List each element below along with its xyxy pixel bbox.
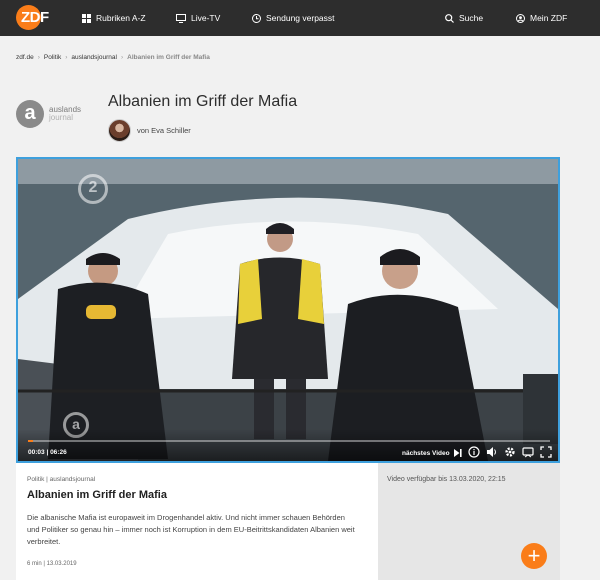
fullscreen-icon[interactable] [540,446,552,458]
nav-rubriken[interactable]: Rubriken A-Z [82,11,146,25]
logo-text: ZDF [21,9,49,26]
time-display: 00:03 | 06:26 [28,449,67,456]
nav-suche-label: Suche [459,13,484,23]
video-frame [18,159,558,461]
tv-icon [176,13,186,23]
availability-text: Video verfügbar bis 13.03.2020, 22:15 [387,476,506,483]
share-icon[interactable] [522,446,534,458]
author-row[interactable]: von Eva Schiller [108,119,191,142]
info-description: Die albanische Mafia ist europaweit im D… [27,513,355,546]
breadcrumb-separator: › [37,54,40,61]
nav-sendung-verpasst[interactable]: Sendung verpasst [252,11,335,25]
video-player[interactable]: 2 a 00:03 | 06:26 nächstes Video [16,157,560,463]
info-title: Albanien im Griff der Mafia [27,489,167,501]
breadcrumb-home[interactable]: zdf.de [16,54,34,61]
nav-mein-zdf-label: Mein ZDF [530,13,568,23]
progress-fill [28,440,34,442]
breadcrumb: zdf.de › Politik › auslandsjournal › Alb… [16,54,210,61]
zdf-channel-watermark: 2 [78,174,108,204]
nav-live-tv-label: Live-TV [191,13,221,23]
nav-sendung-verpasst-label: Sendung verpasst [266,13,335,23]
volume-icon[interactable] [486,446,498,458]
next-video-label: nächstes Video [402,449,450,457]
info-meta: 6 min | 13.03.2019 [27,561,77,567]
auslandsjournal-logo[interactable]: a auslands journal [16,100,106,130]
video-info-panel: Politik | auslandsjournal Albanien im Gr… [16,463,378,580]
breadcrumb-auslandsjournal[interactable]: auslandsjournal [71,54,117,61]
breadcrumb-separator: › [120,54,124,61]
progress-bar[interactable] [28,440,550,442]
settings-icon[interactable] [504,446,516,458]
search-icon [445,13,454,23]
info-category[interactable]: Politik | auslandsjournal [27,476,95,483]
skip-next-icon [453,449,462,457]
brand-logo-circle: a [16,100,44,128]
grid-icon [82,13,91,23]
page-title: Albanien im Griff der Mafia [108,93,298,110]
author-avatar [108,119,131,142]
next-video-button[interactable]: nächstes Video [402,449,462,457]
clock-icon [252,13,261,23]
user-icon [516,13,525,23]
zdf-logo[interactable]: ZDF [16,5,56,30]
top-navigation: ZDF Rubriken A-Z Live-TV Sendung verpass… [0,0,600,36]
nav-mein-zdf[interactable]: Mein ZDF [516,11,567,25]
availability-panel: Video verfügbar bis 13.03.2020, 22:15 + [378,463,560,580]
nav-rubriken-label: Rubriken A-Z [96,13,146,23]
time-current: 00:03 [28,449,45,456]
breadcrumb-politik[interactable]: Politik [44,54,61,61]
nav-suche[interactable]: Suche [445,11,483,25]
nav-live-tv[interactable]: Live-TV [176,11,220,25]
time-total: 06:26 [50,449,67,456]
add-to-list-button[interactable]: + [521,543,547,569]
author-name: von Eva Schiller [137,126,191,135]
breadcrumb-current: Albanien im Griff der Mafia [127,54,210,61]
breadcrumb-separator: › [65,54,68,61]
brand-line-2: journal [49,113,74,122]
info-icon[interactable] [468,446,480,458]
